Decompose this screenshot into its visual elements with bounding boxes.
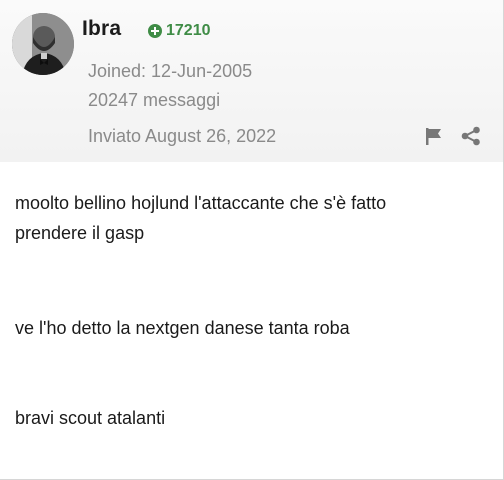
joined-date: Joined: 12-Jun-2005 bbox=[88, 61, 253, 81]
avatar[interactable] bbox=[12, 13, 74, 75]
forum-post: Ibra 17210 Joined: 12-Jun-2005 20247 mes… bbox=[0, 0, 504, 480]
reputation-count: 17210 bbox=[166, 22, 211, 39]
share-icon[interactable] bbox=[460, 125, 482, 147]
post-paragraph: moolto bellino hojlund l'attaccante che … bbox=[15, 193, 387, 243]
flag-icon[interactable] bbox=[423, 125, 445, 147]
post-paragraph: ve l'ho detto la nextgen danese tanta ro… bbox=[15, 318, 350, 338]
post-paragraph: bravi scout atalanti bbox=[15, 408, 166, 428]
author-name[interactable]: Ibra bbox=[82, 17, 121, 41]
reputation-badge: 17210 bbox=[148, 21, 211, 41]
post-header: Ibra 17210 Joined: 12-Jun-2005 20247 mes… bbox=[0, 0, 503, 162]
post-count: 20247 messaggi bbox=[88, 90, 221, 110]
avatar-image bbox=[12, 13, 74, 75]
post-timestamp[interactable]: Inviato August 26, 2022 bbox=[88, 126, 276, 147]
plus-circle-icon bbox=[148, 24, 162, 38]
